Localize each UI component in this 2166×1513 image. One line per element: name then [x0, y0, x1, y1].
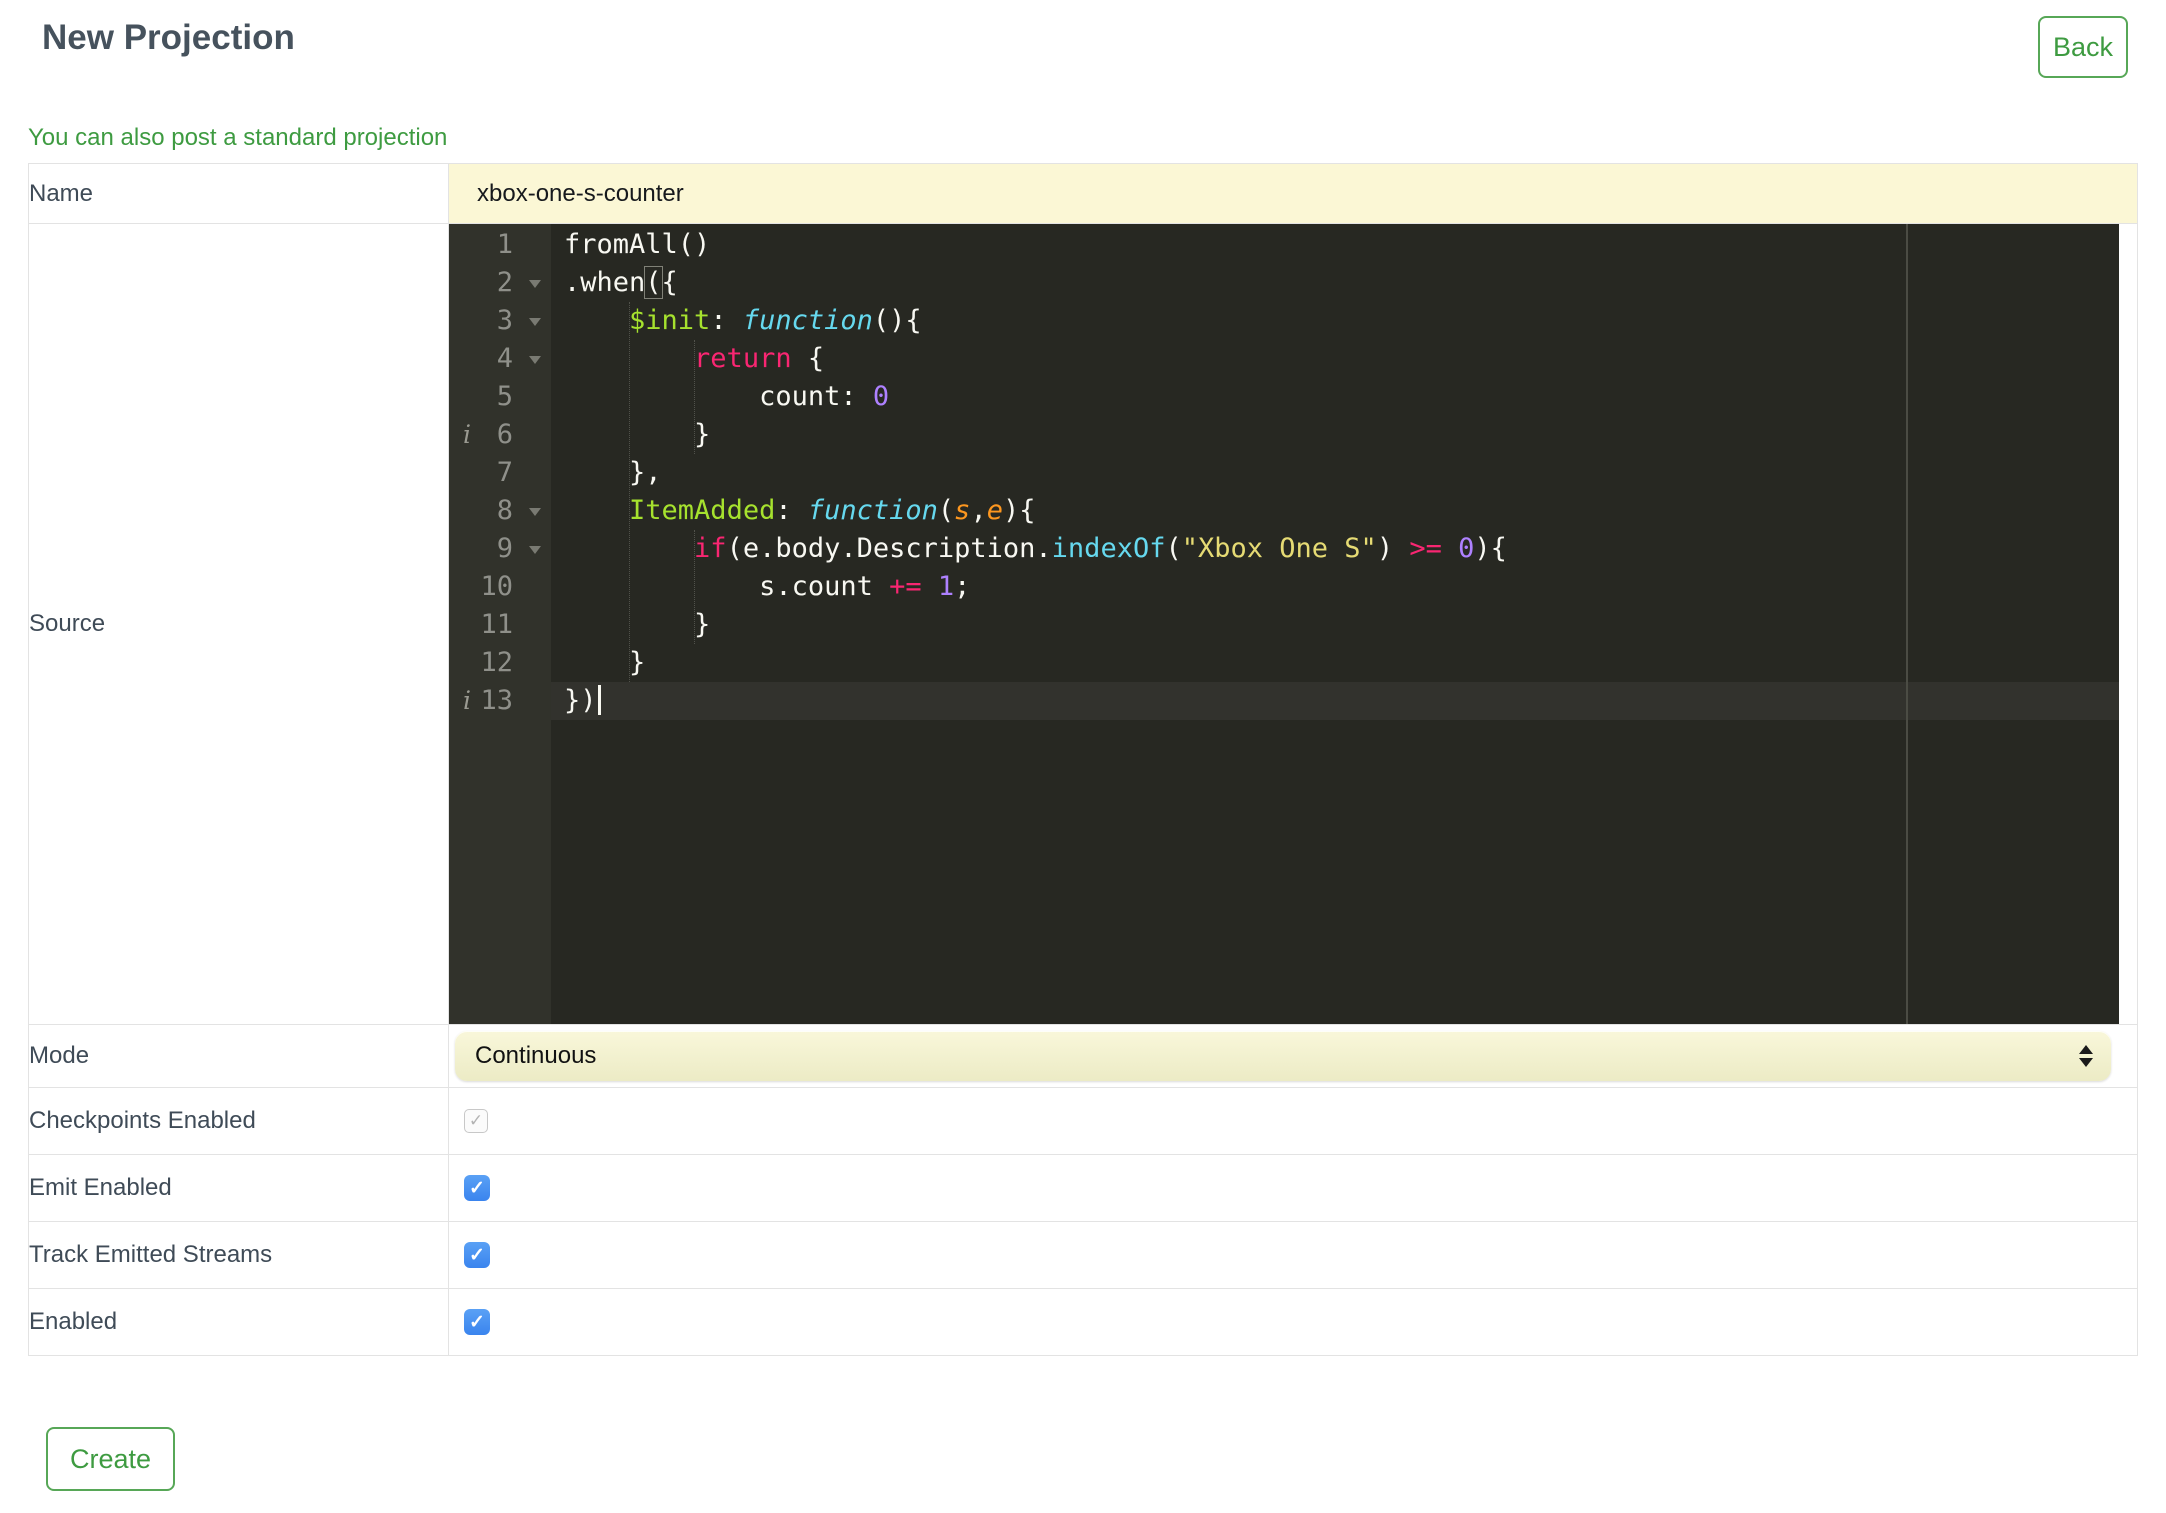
emit-label: Emit Enabled	[28, 1154, 449, 1222]
new-projection-page: New Projection Back You can also post a …	[0, 0, 2166, 1513]
emit-row: Emit Enabled ✓	[28, 1154, 2138, 1222]
mode-row: Mode Continuous	[28, 1024, 2138, 1088]
standard-projection-link[interactable]: You can also post a standard projection	[28, 124, 447, 152]
back-button[interactable]: Back	[2038, 16, 2128, 78]
track-row: Track Emitted Streams ✓	[28, 1221, 2138, 1289]
code-line: $init: function(){	[629, 305, 922, 336]
gutter-line: 10	[480, 571, 513, 602]
fold-arrow-icon[interactable]	[529, 546, 541, 554]
gutter-line: i6	[449, 416, 551, 454]
code-line: })	[551, 682, 2119, 720]
enabled-label: Enabled	[28, 1288, 449, 1356]
fold-arrow-icon[interactable]	[529, 318, 541, 326]
code-line: }	[564, 419, 711, 450]
mode-label: Mode	[28, 1024, 449, 1088]
checkpoints-field-cell: ✓	[448, 1087, 2138, 1155]
source-label: Source	[28, 223, 449, 1025]
gutter-line: 5	[496, 381, 513, 412]
text-cursor	[597, 684, 601, 715]
fold-arrow-icon[interactable]	[529, 280, 541, 288]
mode-selected-value: Continuous	[475, 1042, 597, 1069]
mode-field-cell: Continuous	[448, 1024, 2138, 1088]
checkpoints-checkbox: ✓	[464, 1109, 488, 1133]
code-line: ItemAdded: function(s,e){	[629, 495, 1036, 526]
track-field-cell: ✓	[448, 1221, 2138, 1289]
fold-arrow-icon[interactable]	[529, 356, 541, 364]
code-line: s.count += 1;	[564, 571, 971, 602]
gutter-line: 11	[480, 609, 513, 640]
select-updown-icon	[2079, 1045, 2093, 1067]
track-label: Track Emitted Streams	[28, 1221, 449, 1289]
checkpoints-row: Checkpoints Enabled ✓	[28, 1087, 2138, 1155]
track-checkbox[interactable]: ✓	[464, 1242, 490, 1268]
page-title: New Projection	[42, 18, 295, 57]
name-row: Name xbox-one-s-counter	[28, 163, 2138, 224]
gutter-line: i 13	[449, 682, 551, 720]
code-editor[interactable]: 1 2 3 4 5 i 6 7 8 9 10 11 12 i 13 fromAll() .when({ $in…	[449, 224, 2119, 1024]
gutter-line: 8	[449, 492, 551, 530]
create-button[interactable]: Create	[46, 1427, 176, 1491]
code-line: if(e.body.Description.indexOf("Xbox One …	[694, 533, 1507, 564]
gutter-line: 1	[496, 229, 513, 260]
mode-select[interactable]: Continuous	[455, 1031, 2111, 1081]
code-line: },	[564, 457, 662, 488]
projection-form-table: Name xbox-one-s-counter Source 12345i678…	[28, 163, 2138, 1356]
fold-arrow-icon[interactable]	[529, 508, 541, 516]
name-input[interactable]: xbox-one-s-counter	[449, 180, 2137, 208]
source-row: Source 1 2 3 4 5 i 6 7 8 9 10 11 12 i 13 fromAll() .whe…	[28, 223, 2138, 1025]
gutter-line: 9	[449, 530, 551, 568]
gutter-line: 3	[449, 302, 551, 340]
name-field-cell: xbox-one-s-counter	[448, 163, 2138, 224]
code-line: fromAll()	[564, 229, 711, 260]
enabled-field-cell: ✓	[448, 1288, 2138, 1356]
enabled-checkbox[interactable]: ✓	[464, 1309, 490, 1335]
name-label: Name	[28, 163, 449, 224]
source-editor-cell: 1 2 3 4 5 i 6 7 8 9 10 11 12 i 13 fromAll() .when({ $in…	[448, 223, 2138, 1025]
print-margin-line	[1906, 224, 1908, 1024]
emit-checkbox[interactable]: ✓	[464, 1175, 490, 1201]
code-area[interactable]: fromAll() .when({ $init: function(){ retu…	[551, 224, 2119, 1024]
gutter-line: 7	[496, 457, 513, 488]
info-annotation-icon[interactable]: i	[463, 416, 471, 454]
code-line: count: 0	[564, 381, 890, 412]
code-line: }	[564, 609, 711, 640]
code-line: .when({	[564, 266, 678, 299]
info-annotation-icon[interactable]: i	[463, 682, 471, 720]
gutter-line: 4	[449, 340, 551, 378]
code-line: }	[564, 647, 646, 678]
code-line: return {	[694, 343, 825, 374]
checkpoints-label: Checkpoints Enabled	[28, 1087, 449, 1155]
editor-gutter: 1 2 3 4 5 i 6 7 8 9 10 11 12 i 13	[449, 224, 551, 1024]
gutter-line: 12	[480, 647, 513, 678]
enabled-row: Enabled ✓	[28, 1288, 2138, 1356]
emit-field-cell: ✓	[448, 1154, 2138, 1222]
gutter-line: 2	[449, 264, 551, 302]
